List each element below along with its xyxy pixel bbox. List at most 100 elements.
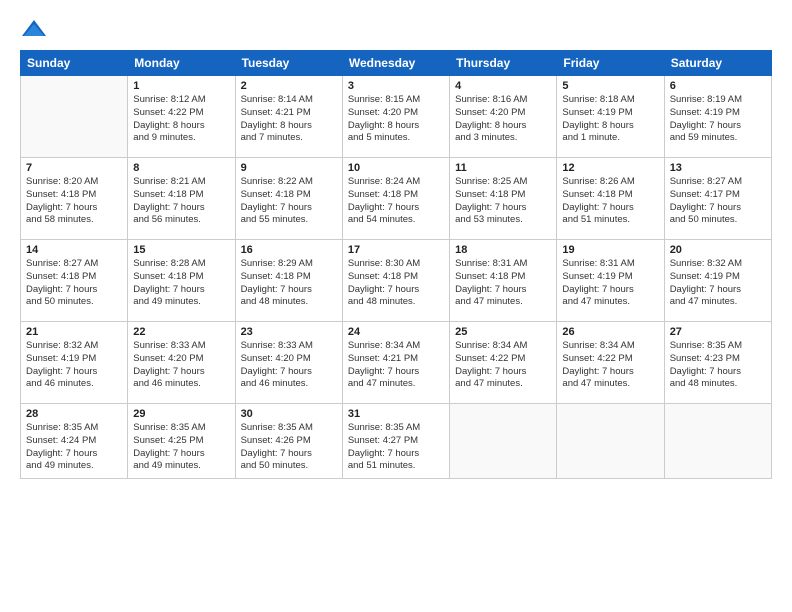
day-number: 11: [455, 162, 551, 174]
day-number: 24: [348, 326, 444, 338]
weekday-header-saturday: Saturday: [664, 51, 771, 76]
day-number: 1: [133, 80, 229, 92]
calendar-cell: 23Sunrise: 8:33 AMSunset: 4:20 PMDayligh…: [235, 322, 342, 404]
calendar: SundayMondayTuesdayWednesdayThursdayFrid…: [20, 50, 772, 479]
day-number: 2: [241, 80, 337, 92]
day-info: Sunrise: 8:35 AMSunset: 4:24 PMDaylight:…: [26, 422, 122, 473]
day-info: Sunrise: 8:28 AMSunset: 4:18 PMDaylight:…: [133, 258, 229, 309]
weekday-header-tuesday: Tuesday: [235, 51, 342, 76]
calendar-cell: 22 Sunrise: 8:33 AMSunset: 4:20 PMDayligh…: [128, 322, 235, 404]
calendar-cell: 29Sunrise: 8:35 AMSunset: 4:25 PMDayligh…: [128, 404, 235, 479]
calendar-cell: 6 Sunrise: 8:19 AMSunset: 4:19 PMDaylight…: [664, 76, 771, 158]
day-info: Sunrise: 8:35 AMSunset: 4:23 PMDaylight:…: [670, 340, 766, 391]
day-number: 8: [133, 162, 229, 174]
day-number: 21: [26, 326, 122, 338]
calendar-cell: 25 Sunrise: 8:34 AMSunset: 4:22 PMDayligh…: [450, 322, 557, 404]
day-info: Sunrise: 8:32 AMSunset: 4:19 PMDaylight:…: [670, 258, 766, 309]
day-number: 4: [455, 80, 551, 92]
day-info: Sunrise: 8:35 AMSunset: 4:26 PMDaylight:…: [241, 422, 337, 473]
calendar-cell: 20 Sunrise: 8:32 AMSunset: 4:19 PMDayligh…: [664, 240, 771, 322]
week-row-4: 28 Sunrise: 8:35 AMSunset: 4:24 PMDayligh…: [21, 404, 772, 479]
calendar-cell: [557, 404, 664, 479]
day-info: Sunrise: 8:30 AMSunset: 4:18 PMDaylight:…: [348, 258, 444, 309]
calendar-cell: 3 Sunrise: 8:15 AMSunset: 4:20 PMDaylight…: [342, 76, 449, 158]
week-row-3: 21 Sunrise: 8:32 AMSunset: 4:19 PMDayligh…: [21, 322, 772, 404]
calendar-cell: 13 Sunrise: 8:27 AMSunset: 4:17 PMDayligh…: [664, 158, 771, 240]
calendar-cell: 1 Sunrise: 8:12 AMSunset: 4:22 PMDaylight…: [128, 76, 235, 158]
calendar-cell: 12 Sunrise: 8:26 AMSunset: 4:18 PMDayligh…: [557, 158, 664, 240]
day-info: Sunrise: 8:16 AMSunset: 4:20 PMDaylight:…: [455, 94, 551, 145]
day-info: Sunrise: 8:34 AMSunset: 4:22 PMDaylight:…: [562, 340, 658, 391]
calendar-cell: 17 Sunrise: 8:30 AMSunset: 4:18 PMDayligh…: [342, 240, 449, 322]
calendar-cell: 28 Sunrise: 8:35 AMSunset: 4:24 PMDayligh…: [21, 404, 128, 479]
day-info: Sunrise: 8:25 AMSunset: 4:18 PMDaylight:…: [455, 176, 551, 227]
day-number: 26: [562, 326, 658, 338]
calendar-cell: 24Sunrise: 8:34 AMSunset: 4:21 PMDayligh…: [342, 322, 449, 404]
day-number: 23: [241, 326, 337, 338]
day-number: 30: [241, 408, 337, 420]
calendar-cell: 14 Sunrise: 8:27 AMSunset: 4:18 PMDayligh…: [21, 240, 128, 322]
day-number: 12: [562, 162, 658, 174]
calendar-cell: 4 Sunrise: 8:16 AMSunset: 4:20 PMDaylight…: [450, 76, 557, 158]
calendar-cell: 2Sunrise: 8:14 AMSunset: 4:21 PMDaylight…: [235, 76, 342, 158]
day-info: Sunrise: 8:31 AMSunset: 4:19 PMDaylight:…: [562, 258, 658, 309]
calendar-cell: 11 Sunrise: 8:25 AMSunset: 4:18 PMDayligh…: [450, 158, 557, 240]
day-number: 5: [562, 80, 658, 92]
day-number: 25: [455, 326, 551, 338]
calendar-cell: 8Sunrise: 8:21 AMSunset: 4:18 PMDaylight…: [128, 158, 235, 240]
page: SundayMondayTuesdayWednesdayThursdayFrid…: [0, 0, 792, 612]
calendar-cell: [664, 404, 771, 479]
day-number: 27: [670, 326, 766, 338]
calendar-cell: 9Sunrise: 8:22 AMSunset: 4:18 PMDaylight…: [235, 158, 342, 240]
day-number: 29: [133, 408, 229, 420]
logo: [20, 18, 52, 40]
day-info: Sunrise: 8:31 AMSunset: 4:18 PMDaylight:…: [455, 258, 551, 309]
day-number: 14: [26, 244, 122, 256]
day-number: 6: [670, 80, 766, 92]
calendar-cell: 15 Sunrise: 8:28 AMSunset: 4:18 PMDayligh…: [128, 240, 235, 322]
day-number: 20: [670, 244, 766, 256]
calendar-cell: 18 Sunrise: 8:31 AMSunset: 4:18 PMDayligh…: [450, 240, 557, 322]
calendar-cell: 7Sunrise: 8:20 AMSunset: 4:18 PMDaylight…: [21, 158, 128, 240]
day-number: 16: [241, 244, 337, 256]
week-row-0: 1 Sunrise: 8:12 AMSunset: 4:22 PMDaylight…: [21, 76, 772, 158]
calendar-cell: 5 Sunrise: 8:18 AMSunset: 4:19 PMDaylight…: [557, 76, 664, 158]
calendar-cell: 31 Sunrise: 8:35 AMSunset: 4:27 PMDayligh…: [342, 404, 449, 479]
day-info: Sunrise: 8:22 AMSunset: 4:18 PMDaylight:…: [241, 176, 337, 227]
day-number: 17: [348, 244, 444, 256]
day-info: Sunrise: 8:19 AMSunset: 4:19 PMDaylight:…: [670, 94, 766, 145]
weekday-header-thursday: Thursday: [450, 51, 557, 76]
day-info: Sunrise: 8:18 AMSunset: 4:19 PMDaylight:…: [562, 94, 658, 145]
day-info: Sunrise: 8:27 AMSunset: 4:18 PMDaylight:…: [26, 258, 122, 309]
day-info: Sunrise: 8:35 AMSunset: 4:27 PMDaylight:…: [348, 422, 444, 473]
day-number: 31: [348, 408, 444, 420]
day-info: Sunrise: 8:29 AMSunset: 4:18 PMDaylight:…: [241, 258, 337, 309]
day-number: 19: [562, 244, 658, 256]
day-number: 15: [133, 244, 229, 256]
day-info: Sunrise: 8:34 AMSunset: 4:22 PMDaylight:…: [455, 340, 551, 391]
calendar-cell: 27 Sunrise: 8:35 AMSunset: 4:23 PMDayligh…: [664, 322, 771, 404]
day-info: Sunrise: 8:33 AMSunset: 4:20 PMDaylight:…: [133, 340, 229, 391]
week-row-1: 7Sunrise: 8:20 AMSunset: 4:18 PMDaylight…: [21, 158, 772, 240]
weekday-header-sunday: Sunday: [21, 51, 128, 76]
day-number: 18: [455, 244, 551, 256]
day-number: 3: [348, 80, 444, 92]
day-info: Sunrise: 8:24 AMSunset: 4:18 PMDaylight:…: [348, 176, 444, 227]
day-info: Sunrise: 8:15 AMSunset: 4:20 PMDaylight:…: [348, 94, 444, 145]
calendar-cell: 19 Sunrise: 8:31 AMSunset: 4:19 PMDayligh…: [557, 240, 664, 322]
logo-icon: [20, 18, 48, 40]
day-number: 28: [26, 408, 122, 420]
day-number: 13: [670, 162, 766, 174]
calendar-cell: 21 Sunrise: 8:32 AMSunset: 4:19 PMDayligh…: [21, 322, 128, 404]
weekday-header-wednesday: Wednesday: [342, 51, 449, 76]
day-info: Sunrise: 8:27 AMSunset: 4:17 PMDaylight:…: [670, 176, 766, 227]
day-number: 22: [133, 326, 229, 338]
day-info: Sunrise: 8:32 AMSunset: 4:19 PMDaylight:…: [26, 340, 122, 391]
day-info: Sunrise: 8:26 AMSunset: 4:18 PMDaylight:…: [562, 176, 658, 227]
day-info: Sunrise: 8:12 AMSunset: 4:22 PMDaylight:…: [133, 94, 229, 145]
calendar-cell: 26 Sunrise: 8:34 AMSunset: 4:22 PMDayligh…: [557, 322, 664, 404]
calendar-cell: [21, 76, 128, 158]
week-row-2: 14 Sunrise: 8:27 AMSunset: 4:18 PMDayligh…: [21, 240, 772, 322]
day-number: 7: [26, 162, 122, 174]
weekday-header-row: SundayMondayTuesdayWednesdayThursdayFrid…: [21, 51, 772, 76]
